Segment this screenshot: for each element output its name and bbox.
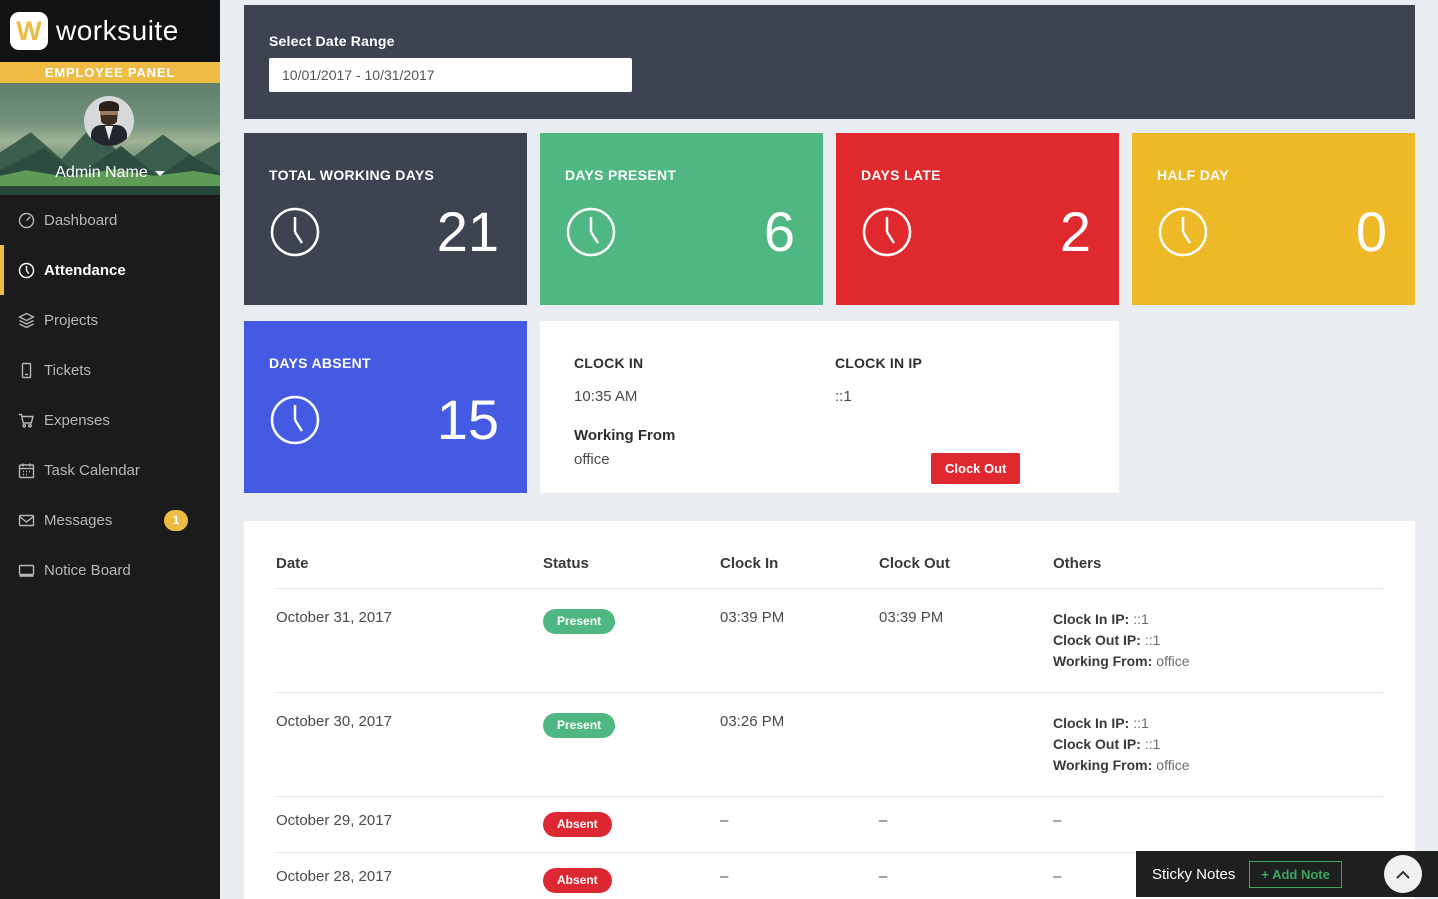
others-cell: Clock In IP:::1 Clock Out IP:::1 Working… [1053, 693, 1383, 797]
stat-card-total-working-days: TOTAL WORKING DAYS 21 [244, 133, 527, 305]
chevron-up-icon [1396, 870, 1410, 879]
board-icon [18, 562, 35, 579]
sticky-notes-bar: Sticky Notes + Add Note [1136, 851, 1438, 897]
envelope-icon [18, 512, 35, 529]
sidebar-item-attendance[interactable]: Attendance [0, 245, 220, 295]
logo: W worksuite [0, 0, 220, 62]
add-note-button[interactable]: + Add Note [1249, 861, 1342, 888]
status-badge: Present [543, 609, 615, 634]
clock-in-cell: 03:39 PM [720, 589, 879, 693]
sticky-notes-title: Sticky Notes [1152, 866, 1235, 883]
clock-in-cell: – [720, 853, 879, 899]
ground-shape [0, 186, 220, 195]
stats-row-1: TOTAL WORKING DAYS 21 DAYS PRESENT 6 DAY… [244, 133, 1415, 305]
sidebar-item-dashboard[interactable]: Dashboard [0, 195, 220, 245]
sidebar-item-projects[interactable]: Projects [0, 295, 220, 345]
clock-icon [269, 206, 321, 258]
others-cell: Clock In IP:::1 Clock Out IP:::1 Working… [1053, 589, 1383, 693]
attendance-table-panel: Date Status Clock In Clock Out Others Oc… [244, 521, 1415, 899]
table-row: October 29, 2017 Absent – – – [276, 797, 1383, 853]
status-badge: Present [543, 713, 615, 738]
logo-text: worksuite [56, 15, 179, 47]
clock-in-cell: – [720, 797, 879, 853]
sidebar-item-task-calendar[interactable]: Task Calendar [0, 445, 220, 495]
avatar [84, 96, 134, 146]
stat-value: 2 [1060, 204, 1091, 260]
calendar-icon [18, 462, 35, 479]
clock-out-cell: 03:39 PM [879, 589, 1053, 693]
stat-value: 6 [764, 204, 795, 260]
clock-out-cell: – [879, 797, 1053, 853]
ticket-icon [18, 362, 35, 379]
clock-in-cell: 03:26 PM [720, 693, 879, 797]
clock-in-ip-label: CLOCK IN IP [835, 355, 922, 371]
working-from-label: Working From [574, 427, 1119, 444]
sidebar: W worksuite EMPLOYEE PANEL Admin Name Da… [0, 0, 220, 899]
stats-row-2: DAYS ABSENT 15 CLOCK IN 10:35 AM Working… [244, 321, 1415, 493]
status-badge: Absent [543, 868, 612, 893]
stat-value: 21 [437, 204, 499, 260]
date-cell: October 31, 2017 [276, 589, 543, 693]
user-name: Admin Name [55, 164, 147, 182]
stat-card-days-late: DAYS LATE 2 [836, 133, 1119, 305]
attendance-table: Date Status Clock In Clock Out Others Oc… [276, 555, 1383, 899]
chevron-down-icon [155, 171, 165, 176]
stat-card-days-absent: DAYS ABSENT 15 [244, 321, 527, 493]
others-cell: – [1053, 797, 1383, 853]
status-badge: Absent [543, 812, 612, 837]
profile-section: Admin Name [0, 83, 220, 195]
logo-w-icon: W [10, 12, 48, 50]
working-from-value: office [574, 451, 1119, 468]
stat-card-half-day: HALF DAY 0 [1132, 133, 1415, 305]
sidebar-item-messages[interactable]: Messages 1 [0, 495, 220, 545]
clock-icon [565, 206, 617, 258]
clock-out-cell: – [879, 853, 1053, 899]
sidebar-item-notice-board[interactable]: Notice Board [0, 545, 220, 595]
sidebar-item-tickets[interactable]: Tickets [0, 345, 220, 395]
date-range-input[interactable] [269, 58, 632, 92]
sidebar-item-expenses[interactable]: Expenses [0, 395, 220, 445]
employee-panel-band: EMPLOYEE PANEL [0, 62, 220, 83]
layers-icon [18, 312, 35, 329]
clock-icon [861, 206, 913, 258]
messages-count-badge: 1 [164, 510, 188, 531]
date-cell: October 29, 2017 [276, 797, 543, 853]
date-cell: October 30, 2017 [276, 693, 543, 797]
clock-icon [269, 394, 321, 446]
clock-icon [18, 262, 35, 279]
clock-in-card: CLOCK IN 10:35 AM Working From office CL… [540, 321, 1119, 493]
stat-value: 15 [437, 392, 499, 448]
col-header-clock-out: Clock Out [879, 555, 1053, 589]
dashboard-icon [18, 212, 35, 229]
date-range-panel: Select Date Range [244, 5, 1415, 119]
clock-out-button[interactable]: Clock Out [931, 453, 1020, 484]
stat-value: 0 [1356, 204, 1387, 260]
cart-icon [18, 412, 35, 429]
scroll-to-top-button[interactable] [1384, 855, 1422, 893]
main-content: Select Date Range TOTAL WORKING DAYS 21 … [220, 0, 1438, 899]
table-row: October 30, 2017 Present 03:26 PM Clock … [276, 693, 1383, 797]
date-cell: October 28, 2017 [276, 853, 543, 899]
date-range-label: Select Date Range [269, 33, 1390, 49]
col-header-status: Status [543, 555, 720, 589]
user-dropdown[interactable]: Admin Name [0, 164, 220, 182]
col-header-date: Date [276, 555, 543, 589]
col-header-others: Others [1053, 555, 1383, 589]
clock-icon [1157, 206, 1209, 258]
col-header-clock-in: Clock In [720, 555, 879, 589]
clock-in-ip-value: ::1 [835, 388, 922, 405]
table-row: October 31, 2017 Present 03:39 PM 03:39 … [276, 589, 1383, 693]
stat-card-days-present: DAYS PRESENT 6 [540, 133, 823, 305]
sidebar-menu: Dashboard Attendance Projects Tickets Ex… [0, 195, 220, 595]
clock-out-cell [879, 693, 1053, 797]
